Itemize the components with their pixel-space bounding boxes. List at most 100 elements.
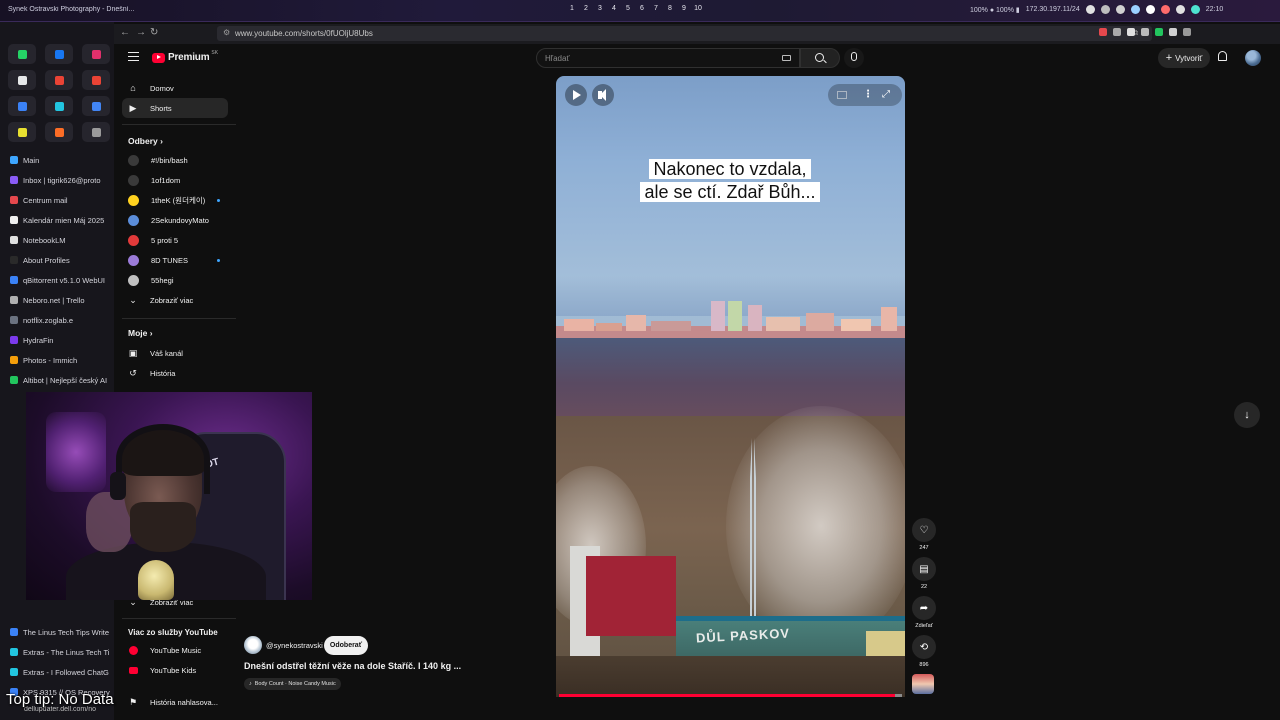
browser-tab[interactable]: NotebookLM bbox=[0, 230, 114, 250]
sound-thumbnail[interactable] bbox=[912, 674, 934, 694]
guide-youtube-music[interactable]: YouTube Music bbox=[122, 640, 228, 660]
subscription-channel[interactable]: 1theK (원더케이) bbox=[122, 190, 228, 210]
browser-tab[interactable]: HydraFin bbox=[0, 330, 114, 350]
extension-icon[interactable] bbox=[1183, 28, 1191, 36]
browser-tab[interactable]: The Linus Tech Tips Write bbox=[0, 622, 114, 642]
workspace-1[interactable]: 1 bbox=[565, 5, 579, 12]
comments-button[interactable]: ▤ bbox=[912, 557, 936, 581]
pinned-tab-app-gray[interactable] bbox=[82, 122, 110, 142]
guide-home[interactable]: ⌂ Domov bbox=[122, 78, 228, 98]
keyboard-icon[interactable] bbox=[782, 55, 791, 61]
extension-icon[interactable] bbox=[1127, 28, 1135, 36]
app-icon[interactable] bbox=[1145, 5, 1155, 14]
browser-tab[interactable]: Centrum mail bbox=[0, 190, 114, 210]
youtube-logo[interactable]: Premium SK bbox=[152, 50, 218, 63]
volume-button[interactable] bbox=[592, 84, 614, 106]
channel-avatar[interactable] bbox=[244, 636, 262, 654]
browser-tab[interactable]: Kalendár mien Máj 2025 bbox=[0, 210, 114, 230]
browser-tab[interactable]: Extras - The Linus Tech Ti bbox=[0, 642, 114, 662]
window-icon[interactable] bbox=[1085, 5, 1095, 14]
pinned-tab-x[interactable] bbox=[8, 70, 36, 90]
update-icon[interactable] bbox=[1190, 5, 1200, 14]
subscription-channel[interactable]: 1of1dom bbox=[122, 170, 228, 190]
music-chip[interactable]: ♪ Body Count · Noise Candy Music bbox=[244, 678, 341, 690]
workspace-6[interactable]: 6 bbox=[635, 5, 649, 12]
pinned-tab-messenger[interactable] bbox=[45, 44, 73, 64]
shorts-player[interactable]: DŮL PASKOV Nakonec to vzdala, ale se ctí… bbox=[556, 76, 905, 697]
workspace-2[interactable]: 2 bbox=[579, 5, 593, 12]
pinned-tab-gmail-2[interactable] bbox=[82, 70, 110, 90]
workspace-7[interactable]: 7 bbox=[649, 5, 663, 12]
create-button[interactable]: + Vytvoriť bbox=[1158, 48, 1210, 68]
voice-search-button[interactable] bbox=[844, 48, 864, 68]
workspace-switcher[interactable]: 1 2 3 4 5 6 7 8 9 10 bbox=[565, 5, 705, 12]
workspace-4[interactable]: 4 bbox=[607, 5, 621, 12]
guide-shorts[interactable]: ▶ Shorts bbox=[122, 98, 228, 118]
subscription-channel[interactable]: 55hegi bbox=[122, 270, 228, 290]
forward-icon[interactable]: → bbox=[136, 27, 146, 38]
workspace-5[interactable]: 5 bbox=[621, 5, 635, 12]
pinned-tab-gmail[interactable] bbox=[45, 70, 73, 90]
guide-youtube-kids[interactable]: YouTube Kids bbox=[122, 660, 228, 680]
subscription-channel[interactable]: 5 proti 5 bbox=[122, 230, 228, 250]
workspace-3[interactable]: 3 bbox=[593, 5, 607, 12]
guide-history[interactable]: ↺ História bbox=[122, 363, 228, 383]
pinned-tab-gitlab[interactable] bbox=[45, 122, 73, 142]
you-heading[interactable]: Moje › bbox=[128, 328, 153, 338]
subscription-channel[interactable]: #!/bin/bash bbox=[122, 150, 228, 170]
url-text[interactable]: www.youtube.com/shorts/0fUOljU8Ubs bbox=[235, 29, 373, 38]
extension-icon[interactable] bbox=[1155, 28, 1163, 36]
network-icon[interactable] bbox=[1100, 5, 1110, 14]
browser-tab[interactable]: Photos - Immich bbox=[0, 350, 114, 370]
address-bar[interactable]: ⚙ www.youtube.com/shorts/0fUOljU8Ubs ⧉ ▭ bbox=[217, 26, 1152, 41]
remix-button[interactable]: ⟲ bbox=[912, 635, 936, 659]
search-input[interactable]: Hľadať bbox=[536, 48, 800, 68]
pinned-tab-instagram[interactable] bbox=[82, 44, 110, 64]
menu-icon[interactable] bbox=[128, 52, 139, 61]
vpn-icon[interactable] bbox=[1160, 5, 1170, 14]
short-title[interactable]: Dnešní odstřel těžní věže na dole Staříč… bbox=[244, 661, 461, 671]
pinned-tab-app-blue[interactable] bbox=[82, 96, 110, 116]
guide-your-channel[interactable]: ▣ Váš kanál bbox=[122, 343, 228, 363]
search-button[interactable] bbox=[800, 48, 840, 68]
reload-icon[interactable]: ↻ bbox=[150, 27, 158, 38]
steam-icon[interactable] bbox=[1115, 5, 1125, 14]
avatar[interactable] bbox=[1245, 50, 1261, 66]
browser-tab[interactable]: Extras - I Followed ChatG bbox=[0, 662, 114, 682]
more-options-icon[interactable]: ⋮ bbox=[863, 89, 873, 100]
progress-bar[interactable] bbox=[559, 694, 902, 697]
browser-tab[interactable]: Altibot | Nejlepší český AI bbox=[0, 370, 114, 390]
fullscreen-icon[interactable]: ⤢ bbox=[882, 89, 890, 100]
subscribe-button[interactable]: Odoberať bbox=[324, 636, 368, 655]
workspace-9[interactable]: 9 bbox=[677, 5, 691, 12]
share-button[interactable]: ➦ bbox=[912, 596, 936, 620]
extension-icon[interactable] bbox=[1113, 28, 1121, 36]
guide-report-history[interactable]: ⚑ História nahlasova... bbox=[122, 692, 228, 712]
workspace-8[interactable]: 8 bbox=[663, 5, 677, 12]
subscription-channel[interactable]: 8D TUNES bbox=[122, 250, 228, 270]
browser-tab[interactable]: Main bbox=[0, 150, 114, 170]
browser-tab[interactable]: Neboro.net | Trello bbox=[0, 290, 114, 310]
show-more-subscriptions[interactable]: ⌄ Zobraziť viac bbox=[122, 290, 228, 310]
next-video-button[interactable]: ↓ bbox=[1234, 402, 1260, 428]
pinned-tab-chat[interactable] bbox=[8, 96, 36, 116]
back-icon[interactable]: ← bbox=[120, 27, 130, 38]
browser-tab[interactable]: About Profiles bbox=[0, 250, 114, 270]
browser-tab[interactable]: Inbox | tigrik626@proto bbox=[0, 170, 114, 190]
subscription-channel[interactable]: 2SekundovyMato bbox=[122, 210, 228, 230]
play-button[interactable] bbox=[565, 84, 587, 106]
miniplayer-icon[interactable] bbox=[837, 91, 847, 99]
channel-name[interactable]: @synekostravski bbox=[266, 641, 323, 650]
extension-icon[interactable] bbox=[1169, 28, 1177, 36]
settings-icon[interactable] bbox=[1175, 5, 1185, 14]
pinned-tab-app-yellow[interactable] bbox=[8, 122, 36, 142]
workspace-10[interactable]: 10 bbox=[691, 5, 705, 12]
site-info-icon[interactable]: ⚙ bbox=[223, 28, 230, 37]
browser-tab[interactable]: notflix.zoglab.e bbox=[0, 310, 114, 330]
notifications-icon[interactable] bbox=[1218, 51, 1227, 61]
extension-icon[interactable] bbox=[1141, 28, 1149, 36]
pinned-tab-app-cyan[interactable] bbox=[45, 96, 73, 116]
pinned-tab-whatsapp[interactable] bbox=[8, 44, 36, 64]
extension-icon[interactable] bbox=[1099, 28, 1107, 36]
telegram-icon[interactable] bbox=[1130, 5, 1140, 14]
